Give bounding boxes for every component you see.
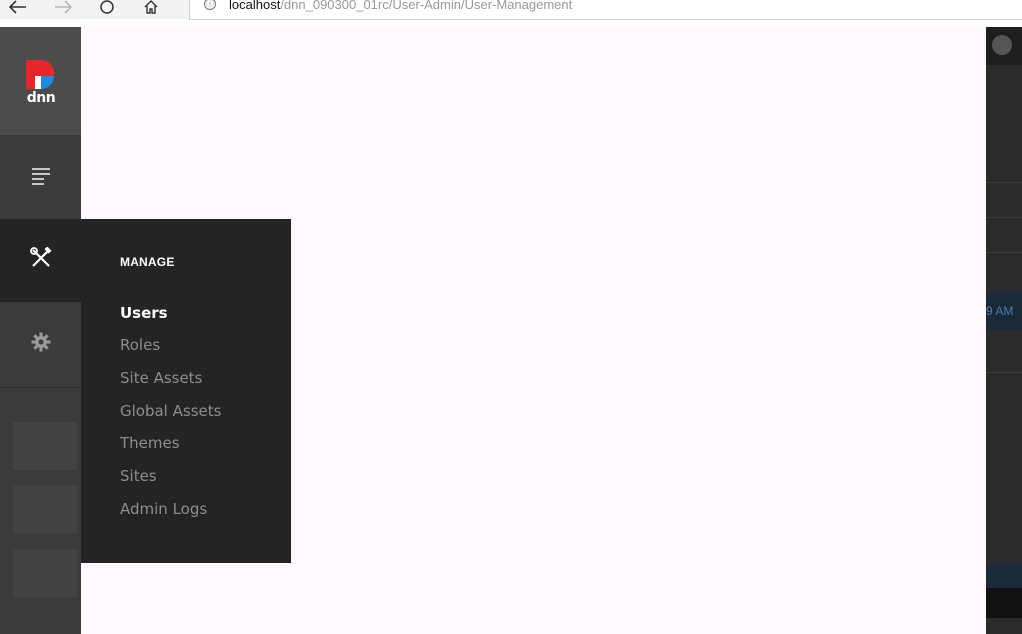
background-footer <box>986 588 1022 618</box>
menu-item-roles[interactable]: Roles <box>120 336 160 354</box>
content-icon <box>31 166 51 191</box>
dnn-logo[interactable]: dnn <box>0 27 81 135</box>
background-header <box>986 27 1022 65</box>
browser-toolbar: ⓘ localhost/dnn_090300_01rc/User-Admin/U… <box>0 0 1022 20</box>
time-fragment: 9 AM <box>986 304 1014 318</box>
menu-item-site-assets[interactable]: Site Assets <box>120 369 202 387</box>
background-footer-band <box>986 564 1022 588</box>
persona-placeholder <box>13 485 77 533</box>
menu-item-sites[interactable]: Sites <box>120 467 157 485</box>
background-page-edge: 9 AM <box>986 27 1022 634</box>
menu-item-global-assets[interactable]: Global Assets <box>120 402 221 420</box>
flyout-title: MANAGE <box>120 255 175 269</box>
persona-item-settings[interactable] <box>0 303 81 386</box>
background-selected-row: 9 AM <box>986 292 1022 330</box>
row-divider <box>986 372 1022 373</box>
forward-arrow-icon[interactable] <box>53 0 73 17</box>
home-icon[interactable] <box>141 0 161 17</box>
settings-gear-icon <box>31 332 51 357</box>
dnn-logo-icon <box>26 60 54 89</box>
manage-flyout-menu: MANAGE Users Roles Site Assets Global As… <box>81 219 291 563</box>
address-url[interactable]: localhost/dnn_090300_01rc/User-Admin/Use… <box>229 0 572 16</box>
menu-item-admin-logs[interactable]: Admin Logs <box>120 500 207 518</box>
row-divider <box>986 252 1022 253</box>
dnn-logo-text: dnn <box>26 90 56 106</box>
refresh-icon[interactable] <box>97 0 117 17</box>
menu-item-users[interactable]: Users <box>120 304 168 322</box>
persona-item-manage[interactable] <box>0 219 81 302</box>
row-divider <box>986 217 1022 218</box>
url-host: localhost <box>229 0 281 12</box>
persona-item-content[interactable] <box>0 137 81 220</box>
manage-icon <box>29 246 52 274</box>
info-icon[interactable]: ⓘ <box>204 0 216 10</box>
persona-divider <box>0 387 81 388</box>
notification-icon[interactable] <box>992 35 1012 55</box>
row-divider <box>986 182 1022 183</box>
persona-bar: dnn <box>0 27 81 634</box>
persona-placeholder <box>13 549 77 597</box>
back-arrow-icon[interactable] <box>8 0 28 17</box>
persona-placeholder <box>13 422 77 470</box>
url-path: /dnn_090300_01rc/User-Admin/User-Managem… <box>280 0 573 12</box>
address-bar[interactable]: ⓘ localhost/dnn_090300_01rc/User-Admin/U… <box>189 0 1022 20</box>
menu-item-themes[interactable]: Themes <box>120 434 180 452</box>
